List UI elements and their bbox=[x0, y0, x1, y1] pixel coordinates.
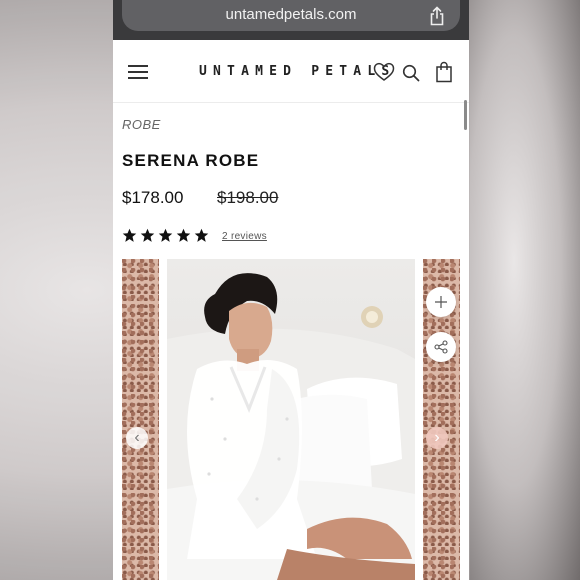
breadcrumb[interactable]: ROBE bbox=[122, 117, 161, 132]
star-icon bbox=[140, 228, 155, 242]
chevron-right-icon[interactable]: › bbox=[426, 427, 448, 449]
heart-icon[interactable] bbox=[373, 62, 395, 82]
zoom-button[interactable] bbox=[426, 287, 456, 317]
star-icon bbox=[122, 228, 137, 242]
star-icon bbox=[176, 228, 191, 242]
address-field[interactable]: untamedpetals.com bbox=[122, 0, 460, 31]
bag-icon[interactable] bbox=[435, 61, 453, 83]
product-gallery[interactable]: ‹ › bbox=[122, 259, 460, 580]
search-icon[interactable] bbox=[402, 64, 420, 82]
share-nodes-icon bbox=[434, 340, 448, 354]
share-product-button[interactable] bbox=[426, 332, 456, 362]
menu-icon[interactable] bbox=[128, 65, 148, 79]
product-image[interactable] bbox=[167, 259, 415, 580]
phone-screen: untamedpetals.com UNTAMED PETALS ROBE SE… bbox=[113, 0, 469, 580]
star-icon bbox=[158, 228, 173, 242]
page-scrollbar[interactable] bbox=[464, 100, 467, 130]
site-logo[interactable]: UNTAMED PETALS bbox=[199, 64, 395, 79]
site-header: UNTAMED PETALS bbox=[113, 40, 469, 103]
gallery-slide-previous[interactable] bbox=[122, 259, 159, 580]
star-icon bbox=[194, 228, 209, 242]
plus-icon bbox=[435, 296, 447, 308]
compare-price: $198.00 bbox=[217, 188, 279, 207]
product-photo bbox=[167, 273, 415, 580]
rating-stars[interactable] bbox=[122, 228, 209, 243]
reviews-link[interactable]: 2 reviews bbox=[222, 231, 267, 242]
product-title: SERENA ROBE bbox=[122, 151, 260, 170]
url-text: untamedpetals.com bbox=[225, 6, 357, 23]
background-right bbox=[470, 0, 580, 580]
chevron-left-icon[interactable]: ‹ bbox=[126, 427, 148, 449]
browser-url-bar: untamedpetals.com bbox=[113, 0, 469, 40]
share-icon[interactable] bbox=[428, 6, 446, 26]
sale-price: $178.00 bbox=[122, 188, 184, 207]
